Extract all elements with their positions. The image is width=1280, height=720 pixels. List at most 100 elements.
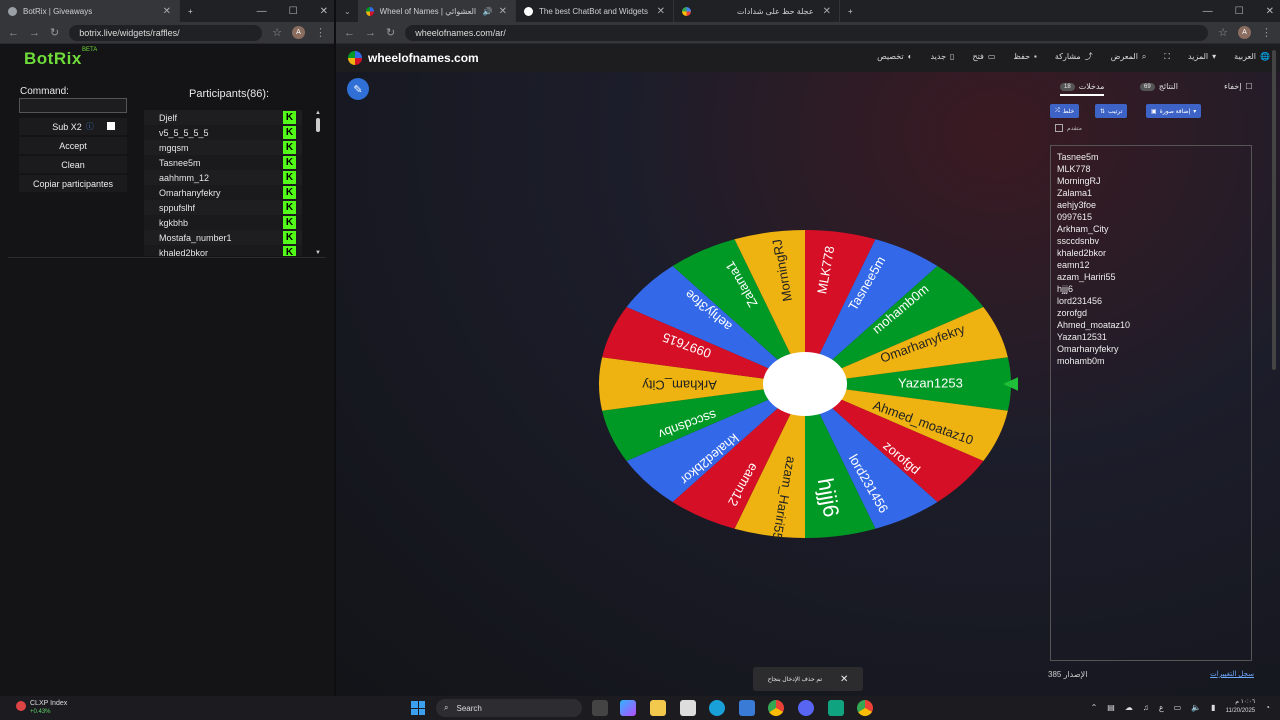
monitor-icon[interactable]: ▭ (1174, 703, 1182, 712)
notification-icon[interactable]: ◔ (1265, 703, 1270, 712)
reload-icon[interactable]: ↻ (386, 26, 395, 39)
cloud-icon[interactable]: ☁ (1125, 703, 1133, 712)
entry-line: Arkham_City (1057, 224, 1109, 234)
wheel-slice-label: Yazan1253 (898, 375, 963, 390)
won-logo[interactable]: wheelofnames.com (348, 51, 479, 65)
bookmark-star-icon[interactable]: ☆ (1218, 26, 1228, 39)
close-tab-icon[interactable]: ✕ (499, 6, 507, 17)
changelog-link[interactable]: سجل التغييرات (1210, 670, 1254, 678)
close-window-icon[interactable]: ✕ (1266, 6, 1274, 17)
minimize-icon[interactable]: — (1203, 6, 1213, 17)
menu-customize[interactable]: ◐ تخصيص (877, 51, 912, 62)
sub-x2-toggle[interactable]: Sub X2 ⓘ (19, 118, 127, 135)
forward-icon[interactable]: → (29, 27, 40, 39)
scroll-thumb[interactable] (1272, 50, 1276, 370)
copy-participants-button[interactable]: Copiar participantes (19, 175, 127, 192)
add-image-button[interactable]: ▾ إضافة صورة ▣ (1146, 104, 1202, 118)
scroll-up-icon[interactable]: ▲ (315, 110, 321, 116)
reload-icon[interactable]: ↻ (50, 26, 59, 39)
edit-pencil-icon[interactable]: ✎ (347, 78, 369, 100)
stock-ticker-widget[interactable]: CLXP Index +0.43% (16, 699, 67, 717)
store-icon[interactable] (680, 700, 696, 716)
shuffle-button[interactable]: خلط ⤮ (1050, 104, 1080, 118)
close-tab-icon[interactable]: ✕ (657, 6, 665, 17)
menu-kebab-icon[interactable]: ⋮ (315, 26, 326, 39)
url-field[interactable]: botrix.live/widgets/raffles/ (69, 24, 263, 41)
participant-row: v5_5_5_5_5 K (144, 125, 302, 140)
forward-icon[interactable]: → (365, 27, 376, 39)
battery-icon[interactable]: ▮ (1211, 703, 1215, 712)
hide-label: إخفاء (1224, 82, 1242, 91)
command-input[interactable] (19, 98, 127, 113)
maximize-icon[interactable]: ☐ (289, 6, 298, 17)
chrome-icon[interactable] (857, 700, 873, 716)
copilot-icon[interactable] (620, 700, 636, 716)
chrome-icon[interactable] (768, 700, 784, 716)
language-indicator[interactable]: ع (1159, 703, 1164, 712)
new-tab-button[interactable]: + (840, 0, 861, 22)
back-icon[interactable]: ← (8, 27, 19, 39)
close-tab-icon[interactable]: ✕ (163, 6, 171, 17)
version-label: الإصدار (1063, 670, 1088, 679)
menu-kebab-icon[interactable]: ⋮ (1261, 26, 1272, 39)
file-explorer-icon[interactable] (650, 700, 666, 716)
clean-button[interactable]: Clean (19, 156, 127, 173)
sub-x2-checkbox[interactable] (107, 122, 115, 130)
edge-icon[interactable] (709, 700, 725, 716)
checkbox-icon[interactable] (1055, 124, 1063, 132)
tray-app-icon[interactable]: ▤ (1107, 703, 1115, 712)
tab-wheel-search[interactable]: عجلة حظ على شدادات ✕ (674, 0, 840, 22)
bookmark-star-icon[interactable]: ☆ (272, 26, 282, 39)
audio-icon[interactable]: 🔊 (483, 7, 493, 16)
fullscreen-icon: ⛶ (1164, 51, 1171, 61)
app-icon[interactable] (828, 700, 844, 716)
tab-wheel-of-names[interactable]: Wheel of Names | عجلة العشوائي 🔊 ✕ (358, 0, 516, 22)
menu-gallery[interactable]: ⌕ المعرض (1111, 51, 1147, 62)
accept-button[interactable]: Accept (19, 137, 127, 154)
scroll-down-icon[interactable]: ▼ (315, 250, 321, 256)
tab-entries[interactable]: مدخلات 18 (1060, 82, 1105, 96)
wheel-center-hub[interactable] (763, 352, 847, 416)
close-icon[interactable]: ✕ (840, 674, 848, 685)
wheel-of-names[interactable]: Yazan1253Ahmed_moataz10zorofgdlord231456… (598, 228, 1018, 544)
mail-icon[interactable] (739, 700, 755, 716)
tab-botrix-chatbot[interactable]: The best ChatBot and Widgets ✕ (516, 0, 674, 22)
entries-textarea[interactable]: Tasnee5m MLK778 MorningRJ Zalama1 aehjy3foe 0… (1050, 145, 1252, 661)
menu-more[interactable]: ▾ المزيد (1188, 51, 1216, 62)
menu-save[interactable]: ▪ حفظ (1013, 51, 1036, 62)
taskbar-search[interactable]: ⌕ Search (436, 699, 582, 717)
bell-icon[interactable]: ♫ (1143, 703, 1149, 712)
profile-avatar[interactable]: A (292, 26, 305, 39)
chevron-up-icon[interactable]: ⌃ (1091, 703, 1098, 712)
clock[interactable]: ١٠:٠٦ م 11/20/2025 (1226, 698, 1256, 716)
close-window-icon[interactable]: ✕ (320, 6, 328, 17)
url-field[interactable]: wheelofnames.com/ar/ (405, 24, 1209, 41)
hide-toggle[interactable]: ☐ إخفاء (1224, 82, 1253, 91)
tab-botrix[interactable]: BotRix | Giveaways ✕ (0, 0, 180, 22)
discord-icon[interactable] (798, 700, 814, 716)
menu-share[interactable]: ⤴ مشاركة (1055, 51, 1093, 62)
new-tab-button[interactable]: + (180, 0, 201, 22)
volume-icon[interactable]: 🔈 (1191, 703, 1201, 712)
tab-search-icon[interactable]: ⌄ (336, 0, 358, 22)
profile-avatar[interactable]: A (1238, 26, 1251, 39)
version-info: 385 الإصدار (1048, 670, 1087, 679)
task-view-icon[interactable] (592, 700, 608, 716)
menu-open[interactable]: ▭ فتح (972, 51, 995, 62)
back-icon[interactable]: ← (344, 27, 355, 39)
menu-fullscreen[interactable]: ⛶ (1164, 51, 1170, 62)
menu-language[interactable]: 🌐 العربية (1234, 51, 1270, 62)
advanced-toggle[interactable]: متقدم (1055, 124, 1082, 132)
close-tab-icon[interactable]: ✕ (823, 6, 831, 17)
entry-line: eamn12 (1057, 260, 1090, 270)
tab-results[interactable]: النتائج 69 (1140, 82, 1178, 91)
version-number: 385 (1048, 670, 1062, 679)
start-button[interactable] (411, 701, 425, 715)
maximize-icon[interactable]: ☐ (1235, 6, 1244, 17)
sort-button[interactable]: ترتيب ⇅ (1095, 104, 1128, 118)
page-scrollbar[interactable] (1272, 44, 1278, 374)
scroll-thumb[interactable] (316, 118, 320, 132)
participants-scrollbar[interactable]: ▲ ▼ (314, 110, 322, 256)
menu-new[interactable]: ▯ جديد (930, 51, 954, 62)
minimize-icon[interactable]: — (257, 6, 267, 17)
